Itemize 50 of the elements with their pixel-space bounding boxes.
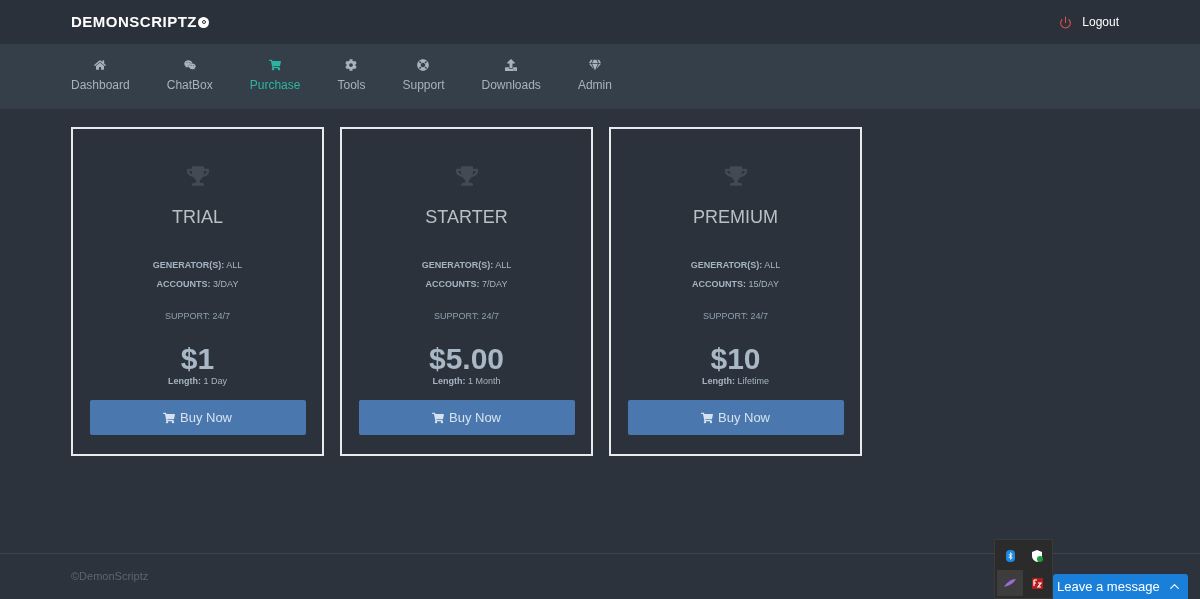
plan-name: PREMIUM (693, 206, 778, 229)
plan-length: Length: Lifetime (702, 374, 769, 388)
trophy-icon (724, 165, 747, 187)
plan-support: SUPPORT: 24/7 (165, 310, 230, 323)
buy-now-button[interactable]: Buy Now (627, 400, 844, 435)
plan-feature: ACCOUNTS: 15/DAY (692, 277, 779, 291)
buy-now-button[interactable]: Buy Now (89, 400, 306, 435)
home-icon (94, 59, 107, 71)
nav-tab[interactable]: Purchase (249, 59, 301, 94)
plan-support: SUPPORT: 24/7 (434, 310, 499, 323)
plan-feature: GENERATOR(S): ALL (152, 259, 243, 272)
plan-length: Length: 1 Day (168, 374, 227, 388)
plan-name: STARTER (425, 206, 508, 229)
plan-price: $10 (710, 342, 761, 375)
brand-logo-text[interactable]: DEMONSCRIPTZ (71, 10, 197, 34)
nav-tab[interactable]: Admin (577, 59, 612, 94)
trophy-icon (186, 165, 209, 187)
plan-feature: GENERATOR(S): ALL (421, 259, 512, 272)
cart-icon (163, 411, 175, 424)
plan-price: $5.00 (428, 342, 505, 375)
plan-price: $1 (180, 342, 215, 375)
chat-icon (183, 59, 196, 71)
power-icon (1059, 15, 1073, 29)
nav-tab[interactable]: Downloads (481, 59, 541, 94)
upload-icon (505, 59, 518, 71)
trophy-icon (455, 165, 478, 187)
nav-tab[interactable]: Dashboard (71, 59, 130, 94)
leave-message-button[interactable]: Leave a message (1053, 574, 1188, 599)
buy-now-button[interactable]: Buy Now (358, 400, 575, 435)
bluetooth-icon[interactable] (1005, 549, 1015, 562)
plan-feature: ACCOUNTS: 3/DAY (156, 277, 239, 291)
plan-feature: ACCOUNTS: 7/DAY (425, 277, 508, 291)
plan-name: TRIAL (172, 206, 223, 229)
feather-icon[interactable] (1003, 578, 1017, 588)
nav-tab[interactable]: Tools (337, 59, 366, 94)
plan-support: SUPPORT: 24/7 (703, 310, 768, 323)
logout-button[interactable]: Logout (1059, 13, 1119, 31)
plan-feature: GENERATOR(S): ALL (690, 259, 781, 272)
lifebuoy-icon (417, 59, 430, 71)
cart-icon (432, 411, 444, 424)
settings-icon (345, 59, 358, 71)
app-icon[interactable] (1031, 577, 1043, 589)
diamond-icon (588, 59, 601, 71)
nav-tab[interactable]: Support (402, 59, 445, 94)
nav-tab[interactable]: ChatBox (166, 59, 213, 94)
cart-icon (701, 411, 713, 424)
plan-length: Length: 1 Month (432, 374, 501, 388)
shield-icon[interactable] (1031, 549, 1043, 562)
cart-icon (269, 59, 282, 71)
logo-icon (198, 16, 209, 28)
